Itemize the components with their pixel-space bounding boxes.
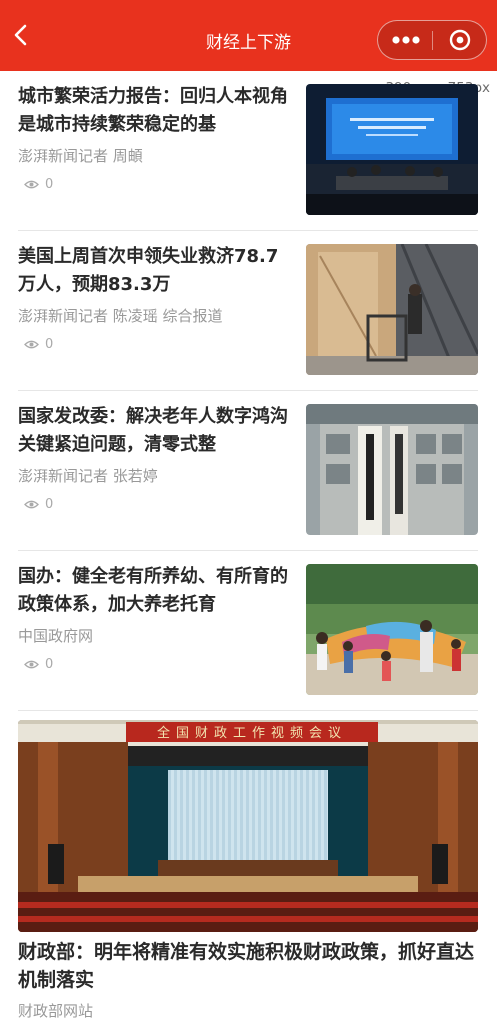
article-source: 澎湃新闻记者 周頔 xyxy=(18,147,143,165)
mini-program-capsule xyxy=(377,20,487,60)
featured-banner-text: 全国财政工作视频会议 xyxy=(157,725,347,741)
view-count-value: 0 xyxy=(45,497,54,512)
view-count: 0 xyxy=(24,497,53,512)
eye-icon xyxy=(24,340,39,349)
view-count: 0 xyxy=(24,337,53,352)
eye-icon xyxy=(24,180,39,189)
article-thumbnail-conference[interactable] xyxy=(306,84,478,215)
capsule-divider xyxy=(432,31,433,50)
article-thumbnail-building[interactable] xyxy=(306,404,478,535)
list-item[interactable]: 国办：健全老有所养幼、有所育的政策体系，加大养老托育 中国政府网 0 xyxy=(18,551,478,711)
article-source: 中国政府网 xyxy=(18,627,94,645)
close-target-icon[interactable] xyxy=(448,28,472,52)
list-item[interactable]: 国家发改委：解决老年人数字鸿沟关键紧迫问题，清零式整 澎湃新闻记者 张若婷 0 xyxy=(18,391,478,551)
article-thumbnail-street[interactable] xyxy=(306,244,478,375)
eye-icon xyxy=(24,660,39,669)
eye-icon xyxy=(24,500,39,509)
article-title[interactable]: 城市繁荣活力报告：回归人本视角是城市持续繁荣稳定的基 xyxy=(18,83,290,139)
featured-source: 财政部网站 xyxy=(18,1002,94,1020)
featured-title[interactable]: 财政部：明年将精准有效实施积极财政政策，抓好直达机制落实 xyxy=(18,938,478,994)
article-source: 澎湃新闻记者 张若婷 xyxy=(18,467,158,485)
article-title[interactable]: 美国上周首次申领失业救济78.7万人，预期83.3万 xyxy=(18,243,290,299)
list-item[interactable]: 城市繁荣活力报告：回归人本视角是城市持续繁荣稳定的基 澎湃新闻记者 周頔 0 xyxy=(18,71,478,231)
article-title[interactable]: 国办：健全老有所养幼、有所育的政策体系，加大养老托育 xyxy=(18,563,290,619)
nav-bar: 财经上下游 xyxy=(0,0,497,71)
featured-image-conference-hall[interactable]: 全国财政工作视频会议 xyxy=(18,720,478,932)
article-thumbnail-children[interactable] xyxy=(306,564,478,695)
more-dots-icon[interactable] xyxy=(391,30,421,50)
view-count: 0 xyxy=(24,657,53,672)
view-count-value: 0 xyxy=(45,657,54,672)
article-title[interactable]: 国家发改委：解决老年人数字鸿沟关键紧迫问题，清零式整 xyxy=(18,403,290,459)
list-item[interactable]: 美国上周首次申领失业救济78.7万人，预期83.3万 澎湃新闻记者 陈凌瑶 综合… xyxy=(18,231,478,391)
view-count-value: 0 xyxy=(45,177,54,192)
view-count: 0 xyxy=(24,177,53,192)
view-count-value: 0 xyxy=(45,337,54,352)
article-source: 澎湃新闻记者 陈凌瑶 综合报道 xyxy=(18,307,223,325)
